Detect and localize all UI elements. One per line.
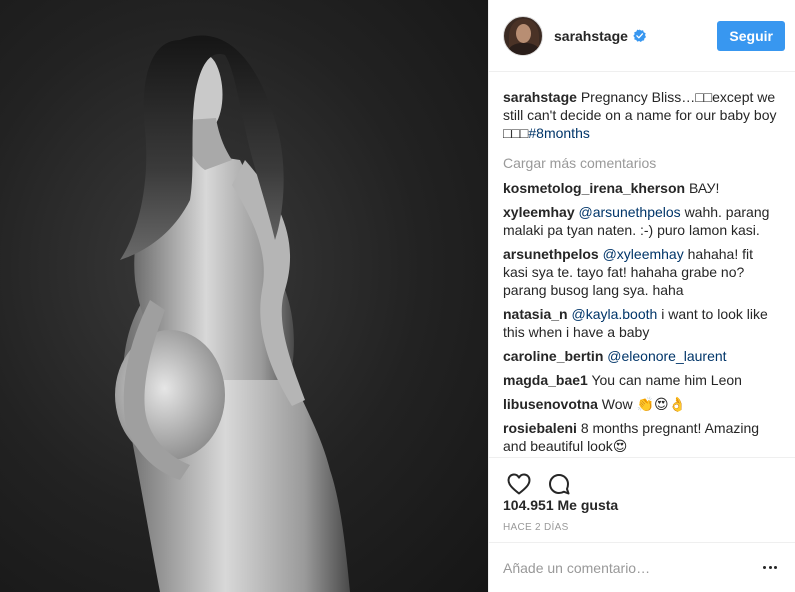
add-comment-section <box>489 542 795 592</box>
instagram-post: sarahstage Seguir sarahstage Pregnancy B… <box>0 0 795 592</box>
post-photo[interactable] <box>0 0 488 592</box>
comment-text: ВАУ! <box>688 180 720 196</box>
comment-mention[interactable]: @kayla.booth <box>571 306 657 322</box>
post-timestamp[interactable]: HACE 2 DÍAS <box>503 522 569 533</box>
comment-username[interactable]: arsunethpelos <box>503 246 599 262</box>
action-bar <box>489 457 795 494</box>
like-button[interactable] <box>505 470 533 498</box>
comment-item: natasia_n @kayla.booth i want to look li… <box>503 305 780 341</box>
comment-mention[interactable]: @xyleemhay <box>603 246 684 262</box>
verified-badge-icon <box>633 29 646 42</box>
follow-button[interactable]: Seguir <box>717 20 785 51</box>
comment-username[interactable]: magda_bae1 <box>503 372 588 388</box>
comment-text: You can name him Leon <box>591 372 742 388</box>
post-sidebar: sarahstage Seguir sarahstage Pregnancy B… <box>488 0 795 592</box>
avatar[interactable] <box>503 15 543 56</box>
more-options-button[interactable] <box>758 558 782 578</box>
comment-item: caroline_bertin @eleonore_laurent <box>503 347 780 365</box>
caption-hashtag[interactable]: #8months <box>528 125 589 141</box>
comment-item: magda_bae1 You can name him Leon <box>503 371 780 389</box>
caption-username[interactable]: sarahstage <box>503 89 577 105</box>
post-header: sarahstage Seguir <box>489 0 795 72</box>
comment-username[interactable]: caroline_bertin <box>503 348 603 364</box>
comment-username[interactable]: natasia_n <box>503 306 568 322</box>
heart-outline-icon <box>507 473 531 494</box>
comment-bubble-icon <box>549 473 570 494</box>
header-username[interactable]: sarahstage <box>554 28 628 44</box>
comment-username[interactable]: rosiebaleni <box>503 420 577 436</box>
username-wrap: sarahstage <box>554 28 717 44</box>
likes-count[interactable]: 104.951 Me gusta <box>503 497 618 513</box>
more-options-icon <box>763 566 767 569</box>
comment-button[interactable] <box>545 470 573 498</box>
comment-mention[interactable]: @eleonore_laurent <box>607 348 726 364</box>
comment-item: arsunethpelos @xyleemhay hahaha! fit kas… <box>503 245 780 299</box>
comment-item: rosiebaleni 8 months pregnant! Amazing a… <box>503 419 780 455</box>
comment-text: Wow 👏😍👌 <box>601 396 687 412</box>
comment-item: libusenovotna Wow 👏😍👌 <box>503 395 780 413</box>
comment-mention[interactable]: @arsunethpelos <box>579 204 681 220</box>
add-comment-input[interactable] <box>503 559 758 576</box>
portrait-photo <box>115 35 350 592</box>
comment-username[interactable]: libusenovotna <box>503 396 598 412</box>
comment-username[interactable]: xyleemhay <box>503 204 575 220</box>
comment-item: xyleemhay @arsunethpelos wahh. parang ma… <box>503 203 780 239</box>
comment-username[interactable]: kosmetolog_irena_kherson <box>503 180 685 196</box>
comment-item: kosmetolog_irena_kherson ВАУ! <box>503 179 780 197</box>
comments-list: sarahstage Pregnancy Bliss…□□except we s… <box>489 88 795 461</box>
load-more-comments-link[interactable]: Cargar más comentarios <box>503 154 780 172</box>
caption: sarahstage Pregnancy Bliss…□□except we s… <box>503 88 780 142</box>
